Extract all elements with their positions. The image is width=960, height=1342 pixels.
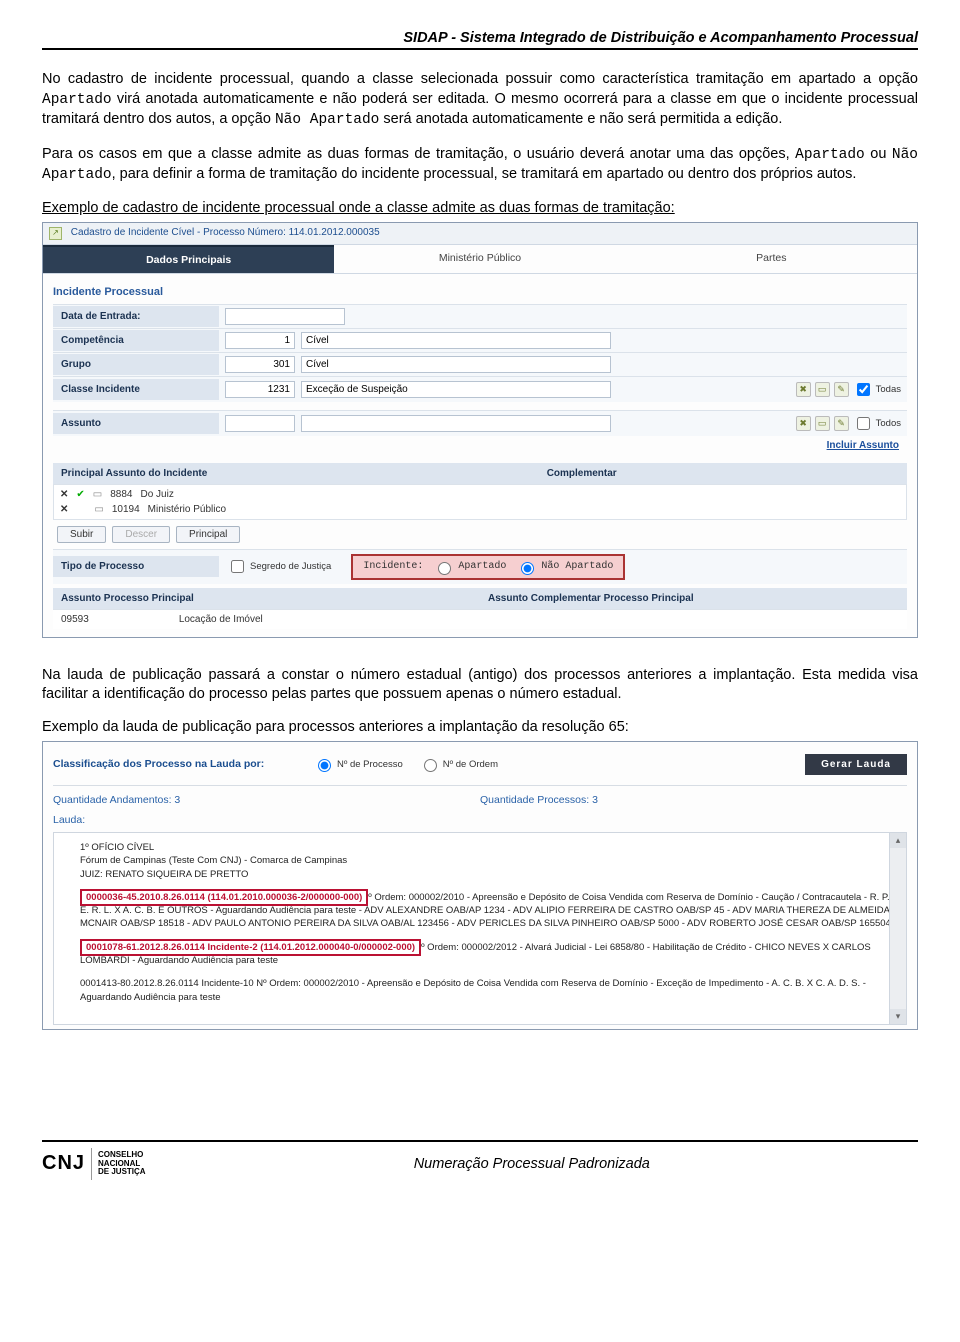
data-entrada-input[interactable] [225,308,345,325]
scrollbar[interactable]: ▴ ▾ [889,833,906,1024]
assunto-processo-headers: Assunto Processo Principal Assunto Compl… [53,588,907,609]
lauda-document: ▴ ▾ 1º OFÍCIO CÍVEL Fórum de Campinas (T… [53,832,907,1025]
row-tipo-processo: Tipo de Processo Segredo de Justiça Inci… [53,549,907,584]
row-grupo: Grupo [53,352,907,376]
incluir-assunto-link[interactable]: Incluir Assunto [53,436,907,455]
paragraph-2: Para os casos em que a classe admite as … [42,145,918,186]
classificacao-label: Classificação dos Processo na Lauda por: [53,758,313,770]
highlight-numero-1: 0000036-45.2010.8.26.0114 (114.01.2010.0… [80,889,368,906]
doc-icon[interactable]: ▭ [815,382,830,397]
scroll-down-icon[interactable]: ▾ [890,1009,906,1024]
tab-strip: Dados Principais Ministério Público Part… [43,245,917,274]
incidente-highlight-box: Incidente: Apartado Não Apartado [351,554,625,580]
nao-apartado-radio[interactable] [521,562,534,575]
example-2-lead: Exemplo da lauda de publicação para proc… [42,719,918,735]
classe-desc-input[interactable] [301,381,611,398]
principal-button[interactable]: Principal [176,526,240,543]
grupo-desc-input[interactable] [301,356,611,373]
num-ordem-radio[interactable] [424,759,437,772]
doc-icon[interactable]: ▭ [815,416,830,431]
cnj-logo: CNJ CONSELHO NACIONAL DE JUSTIÇA [42,1148,146,1180]
row-classe-incidente: Classe Incidente ✖ ▭ ✎ Todas [53,376,907,402]
tab-ministerio-publico[interactable]: Ministério Público [334,245,625,273]
expand-icon[interactable]: ↗ [49,227,62,240]
competencia-code-input[interactable] [225,332,295,349]
tab-partes[interactable]: Partes [626,245,917,273]
edit-icon[interactable]: ✎ [834,382,849,397]
edit-icon[interactable]: ✎ [834,416,849,431]
page-footer: CNJ CONSELHO NACIONAL DE JUSTIÇA Numeraç… [42,1140,918,1180]
row-competencia: Competência [53,328,907,352]
qtd-andamentos: Quantidade Andamentos: 3 [53,794,480,806]
remove-icon[interactable]: ✕ [60,489,68,500]
remove-icon[interactable]: ✕ [60,504,68,515]
scroll-up-icon[interactable]: ▴ [890,833,906,848]
footer-title: Numeração Processual Padronizada [146,1156,918,1172]
assunto-columns: Principal Assunto do Incidente Complemen… [53,463,907,484]
tab-dados-principais[interactable]: Dados Principais [43,245,334,273]
num-processo-radio[interactable] [318,759,331,772]
highlight-numero-2: 0001078-61.2012.8.26.0114 Incidente-2 (1… [80,939,421,956]
subir-button[interactable]: Subir [57,526,106,543]
grupo-code-input[interactable] [225,356,295,373]
window-titlebar: ↗ Cadastro de Incidente Cível - Processo… [43,223,917,245]
check-icon: ✔ [76,489,84,500]
competencia-desc-input[interactable] [301,332,611,349]
example-1-lead: Exemplo de cadastro de incidente process… [42,200,918,216]
list-item[interactable]: ✕ ▭ 10194 Ministério Público [60,502,900,517]
todas-checkbox[interactable] [857,383,870,396]
cnj-text: CONSELHO NACIONAL DE JUSTIÇA [98,1151,146,1177]
clear-icon[interactable]: ✖ [796,382,811,397]
page-icon: ▭ [93,489,102,500]
list-item[interactable]: ✕ ✔ ▭ 8884 Do Juiz [60,487,900,502]
apartado-radio[interactable] [438,562,451,575]
section-incidente: Incidente Processual [53,286,907,298]
todos-checkbox[interactable] [857,417,870,430]
paragraph-1: No cadastro de incidente processual, qua… [42,70,918,131]
gerar-lauda-button[interactable]: Gerar Lauda [805,754,907,775]
assunto-code-input[interactable] [225,415,295,432]
assunto-list: ✕ ✔ ▭ 8884 Do Juiz ✕ ▭ 10194 Ministério … [53,484,907,520]
assunto-principal-row: 09593Locação de Imóvel [53,609,907,629]
qtd-processos: Quantidade Processos: 3 [480,794,598,806]
screenshot-lauda: Classificação dos Processo na Lauda por:… [42,741,918,1030]
classe-code-input[interactable] [225,381,295,398]
lauda-label: Lauda: [53,814,907,826]
descer-button[interactable]: Descer [112,526,170,543]
row-data-entrada: Data de Entrada: [53,304,907,328]
assunto-desc-input[interactable] [301,415,611,432]
screenshot-cadastro: ↗ Cadastro de Incidente Cível - Processo… [42,222,918,638]
header-rule [42,48,918,50]
segredo-checkbox[interactable] [231,560,244,573]
clear-icon[interactable]: ✖ [796,416,811,431]
row-assunto: Assunto ✖ ▭ ✎ Todos [53,410,907,436]
page-icon: ▭ [94,504,103,515]
page-header-title: SIDAP - Sistema Integrado de Distribuiçã… [42,30,918,48]
paragraph-3: Na lauda de publicação passará a constar… [42,666,918,705]
